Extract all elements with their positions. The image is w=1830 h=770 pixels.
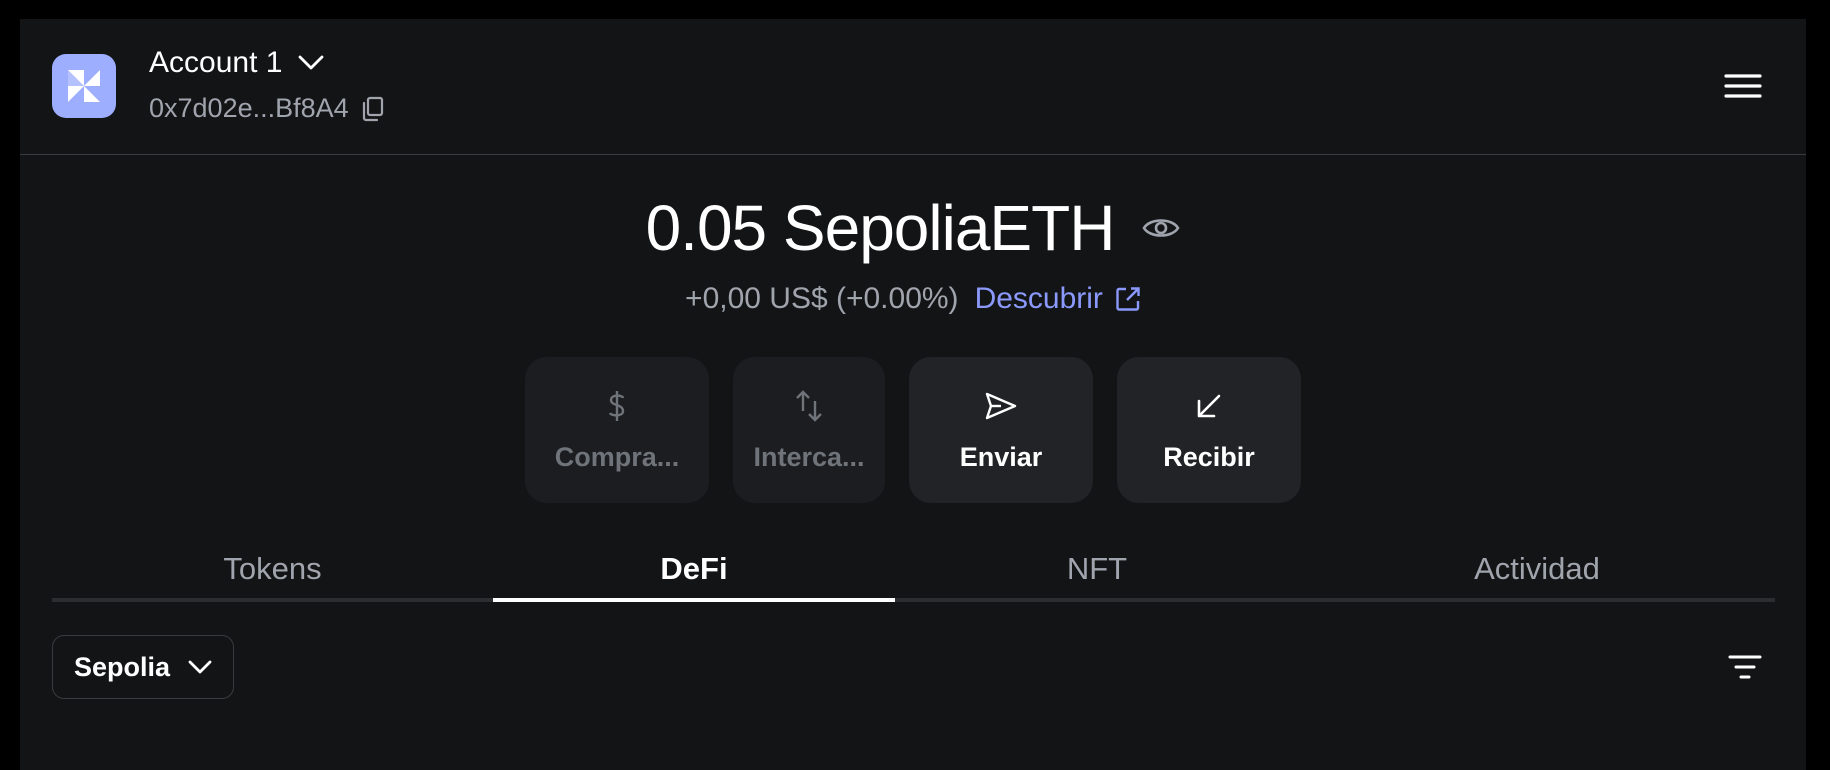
swap-button-label: Interca... [753, 441, 865, 472]
external-link-icon [1116, 287, 1140, 311]
account-address: 0x7d02e...Bf8A4 [149, 93, 349, 123]
tab-nft-label: NFT [1066, 551, 1128, 586]
send-button[interactable]: Enviar [909, 357, 1093, 503]
action-buttons: Compra... Interca... Enviar Recibir [20, 357, 1806, 503]
discover-label: Descubrir [974, 282, 1103, 315]
receive-button-label: Recibir [1163, 441, 1255, 472]
receive-button[interactable]: Recibir [1117, 357, 1301, 503]
wallet-app: Account 1 0x7d02e...Bf8A4 0.05 SepoliaET… [20, 19, 1806, 770]
eye-icon[interactable] [1142, 215, 1180, 241]
filter-icon [1728, 655, 1762, 679]
dollar-icon [608, 390, 625, 421]
tab-defi[interactable]: DeFi [493, 537, 895, 602]
tab-tokens-label: Tokens [223, 551, 322, 586]
tab-defi-label: DeFi [660, 551, 728, 586]
menu-button[interactable] [1724, 71, 1762, 101]
balance-row: 0.05 SepoliaETH [20, 191, 1806, 265]
swap-button[interactable]: Interca... [733, 357, 885, 503]
account-name: Account 1 [149, 46, 283, 79]
buy-button[interactable]: Compra... [525, 357, 709, 503]
swap-arrows-icon [796, 389, 822, 422]
account-selector[interactable]: Account 1 [149, 46, 324, 80]
send-button-label: Enviar [959, 441, 1043, 472]
network-selector-label: Sepolia [73, 651, 171, 682]
tab-nft[interactable]: NFT [895, 537, 1299, 598]
network-selector[interactable]: Sepolia [52, 635, 234, 699]
tab-activity[interactable]: Actividad [1299, 537, 1775, 598]
receive-arrow-icon [1197, 394, 1221, 417]
chevron-down-icon [299, 55, 324, 70]
discover-link[interactable]: Descubrir [975, 282, 1141, 316]
tab-tokens[interactable]: Tokens [52, 537, 493, 598]
chevron-down-icon [188, 660, 212, 674]
tab-bar: Tokens DeFi NFT Actividad [52, 537, 1775, 602]
balance-change-row: +0,00 US$ (+0.00%) Descubrir [20, 282, 1806, 316]
hamburger-menu-icon [1724, 74, 1762, 98]
tab-activity-label: Actividad [1474, 551, 1600, 586]
copy-icon[interactable] [361, 96, 385, 122]
account-avatar[interactable] [52, 54, 116, 118]
account-address-row: 0x7d02e...Bf8A4 [149, 93, 385, 124]
balance-change: +0,00 US$ (+0.00%) [685, 282, 959, 315]
pinwheel-icon [68, 70, 100, 102]
account-header: Account 1 0x7d02e...Bf8A4 [20, 19, 1806, 155]
balance-amount: 0.05 SepoliaETH [645, 192, 1116, 264]
filter-button[interactable] [1728, 653, 1762, 681]
buy-button-label: Compra... [554, 441, 680, 472]
send-arrow-icon [985, 392, 1017, 419]
